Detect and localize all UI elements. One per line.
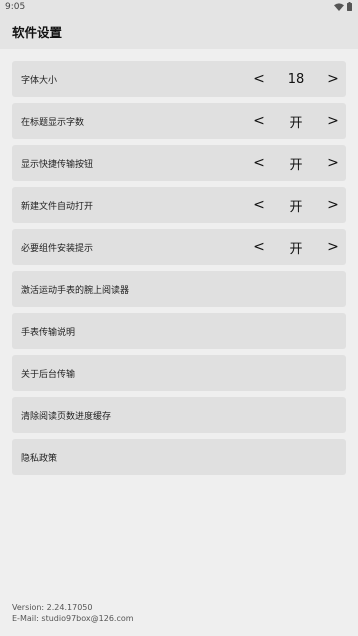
- setting-row-title-word-count: 在标题显示字数 < 开 >: [12, 103, 346, 139]
- setting-row-auto-open: 新建文件自动打开 < 开 >: [12, 187, 346, 223]
- increase-button[interactable]: >: [320, 155, 346, 171]
- setting-row-install-prompt: 必要组件安装提示 < 开 >: [12, 229, 346, 265]
- link-label: 手表传输说明: [21, 327, 76, 338]
- link-watch-transfer-guide[interactable]: 手表传输说明: [12, 313, 346, 349]
- battery-icon: [347, 2, 352, 11]
- status-icons: [334, 2, 352, 11]
- footer: Version: 2.24.17050 E-Mail: studio97box@…: [12, 602, 134, 624]
- link-privacy-policy[interactable]: 隐私政策: [12, 439, 346, 475]
- increase-button[interactable]: >: [320, 197, 346, 213]
- font-size-stepper: < 18 >: [246, 61, 346, 97]
- version-text: Version: 2.24.17050: [12, 603, 93, 612]
- title-word-count-stepper: < 开 >: [246, 103, 346, 139]
- decrease-button[interactable]: <: [246, 155, 272, 171]
- link-clear-progress-cache[interactable]: 清除阅读页数进度缓存: [12, 397, 346, 433]
- link-background-transfer[interactable]: 关于后台传输: [12, 355, 346, 391]
- setting-value: 18: [287, 71, 305, 87]
- setting-value: 开: [289, 157, 303, 173]
- decrease-button[interactable]: <: [246, 239, 272, 255]
- setting-value: 开: [289, 115, 303, 131]
- decrease-button[interactable]: <: [246, 113, 272, 129]
- link-label: 隐私政策: [21, 453, 58, 464]
- increase-button[interactable]: >: [320, 113, 346, 129]
- setting-value: 开: [289, 199, 303, 215]
- email-text: E-Mail: studio97box@126.com: [12, 614, 134, 623]
- setting-value: 开: [289, 241, 303, 257]
- settings-list: 字体大小 < 18 > 在标题显示字数 < 开 > 显示快捷传输按钮 < 开 >…: [0, 49, 358, 475]
- page-title: 软件设置: [12, 24, 63, 40]
- decrease-button[interactable]: <: [246, 71, 272, 87]
- link-activate-watch-reader[interactable]: 激活运动手表的腕上阅读器: [12, 271, 346, 307]
- wifi-icon: [334, 2, 344, 11]
- quick-transfer-stepper: < 开 >: [246, 145, 346, 181]
- install-prompt-stepper: < 开 >: [246, 229, 346, 265]
- increase-button[interactable]: >: [320, 71, 346, 87]
- increase-button[interactable]: >: [320, 239, 346, 255]
- link-label: 激活运动手表的腕上阅读器: [21, 285, 130, 296]
- app-bar: 软件设置: [0, 13, 358, 49]
- link-label: 关于后台传输: [21, 369, 76, 380]
- decrease-button[interactable]: <: [246, 197, 272, 213]
- auto-open-stepper: < 开 >: [246, 187, 346, 223]
- link-label: 清除阅读页数进度缓存: [21, 411, 112, 422]
- status-time: 9:05: [5, 1, 26, 12]
- setting-row-quick-transfer: 显示快捷传输按钮 < 开 >: [12, 145, 346, 181]
- status-bar: 9:05: [0, 0, 358, 13]
- setting-row-font-size: 字体大小 < 18 >: [12, 61, 346, 97]
